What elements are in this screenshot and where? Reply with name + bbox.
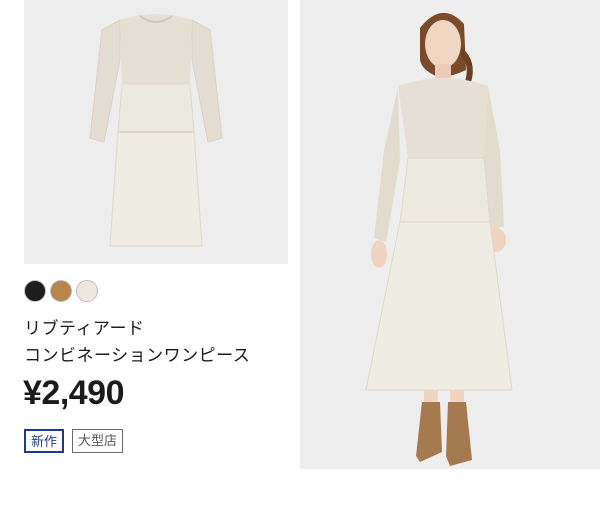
- product-name-line1: リブティアード: [24, 319, 145, 339]
- swatch-off-white[interactable]: [76, 280, 98, 302]
- product-image[interactable]: [24, 0, 288, 264]
- tag-new: 新作: [24, 429, 65, 453]
- product-tags: 新作 大型店: [24, 429, 124, 453]
- swatch-black[interactable]: [24, 280, 46, 302]
- product-name[interactable]: リブティアード コンビネーションワンピース: [24, 316, 294, 370]
- tag-large-store: 大型店: [72, 429, 124, 453]
- model-illustration: [300, 0, 600, 469]
- product-price: ¥2,490: [23, 374, 125, 412]
- swatch-brown[interactable]: [50, 280, 72, 302]
- color-swatches: [24, 280, 98, 304]
- product-name-line2: コンビネーションワンピース: [24, 346, 251, 366]
- model-image[interactable]: [300, 0, 600, 469]
- dress-flatlay-illustration: [24, 0, 288, 264]
